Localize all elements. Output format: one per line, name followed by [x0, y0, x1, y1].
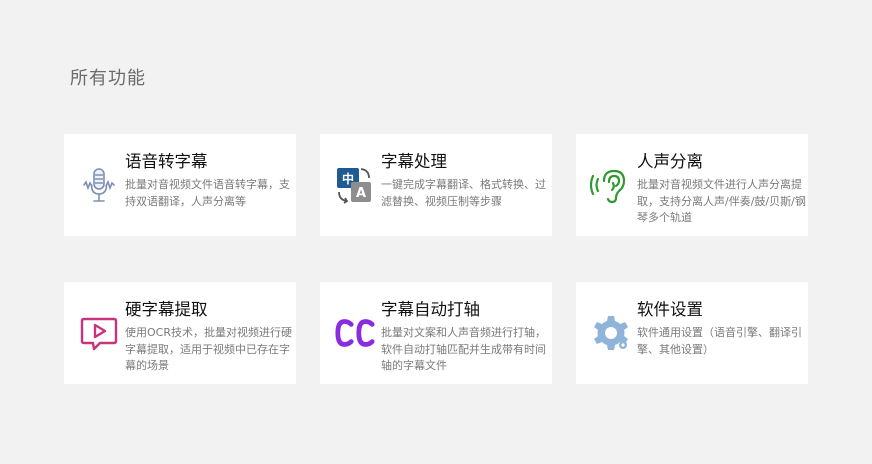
card-title: 语音转字幕: [125, 152, 208, 171]
features-page: 所有功能 语音转字幕 批量对音视频文件语音转字幕，支持双语翻译，人声分离等 中 …: [0, 0, 872, 464]
card-subtitle-processing[interactable]: 中 A 字幕处理 一键完成字幕翻译、格式转换、过滤替换、视频压制等步骤: [320, 134, 552, 236]
ear-icon: [590, 164, 632, 206]
card-speech-to-subtitle[interactable]: 语音转字幕 批量对音视频文件语音转字幕，支持双语翻译，人声分离等: [64, 134, 296, 236]
microphone-icon: [78, 164, 120, 206]
card-description: 一键完成字幕翻译、格式转换、过滤替换、视频压制等步骤: [381, 178, 546, 208]
card-description: 批量对文案和人声音频进行打轴，软件自动打轴匹配并生成带有时间轴的字幕文件: [381, 326, 546, 372]
card-hard-subtitle-extraction[interactable]: 硬字幕提取 使用OCR技术，批量对视频进行硬字幕提取，适用于视频中已存在字幕的场…: [64, 282, 296, 384]
card-title: 硬字幕提取: [125, 300, 208, 319]
cc-icon: [334, 312, 376, 354]
card-description: 软件通用设置（语音引擎、翻译引擎、其他设置）: [637, 326, 802, 356]
svg-text:A: A: [356, 186, 366, 201]
card-title: 人声分离: [637, 152, 703, 171]
gear-icon: [590, 312, 632, 354]
translate-icon: 中 A: [334, 164, 376, 206]
card-auto-timeline[interactable]: 字幕自动打轴 批量对文案和人声音频进行打轴，软件自动打轴匹配并生成带有时间轴的字…: [320, 282, 552, 384]
card-title: 字幕自动打轴: [381, 300, 480, 319]
card-description: 批量对音视频文件语音转字幕，支持双语翻译，人声分离等: [125, 178, 290, 208]
video-play-icon: [78, 312, 120, 354]
section-title: 所有功能: [70, 68, 146, 89]
card-software-settings[interactable]: 软件设置 软件通用设置（语音引擎、翻译引擎、其他设置）: [576, 282, 808, 384]
card-vocal-separation[interactable]: 人声分离 批量对音视频文件进行人声分离提取，支持分离人声/伴奏/鼓/贝斯/钢琴多…: [576, 134, 808, 236]
card-description: 批量对音视频文件进行人声分离提取，支持分离人声/伴奏/鼓/贝斯/钢琴多个轨道: [637, 178, 806, 224]
card-title: 软件设置: [637, 300, 703, 319]
card-description: 使用OCR技术，批量对视频进行硬字幕提取，适用于视频中已存在字幕的场景: [125, 326, 292, 372]
card-title: 字幕处理: [381, 152, 447, 171]
